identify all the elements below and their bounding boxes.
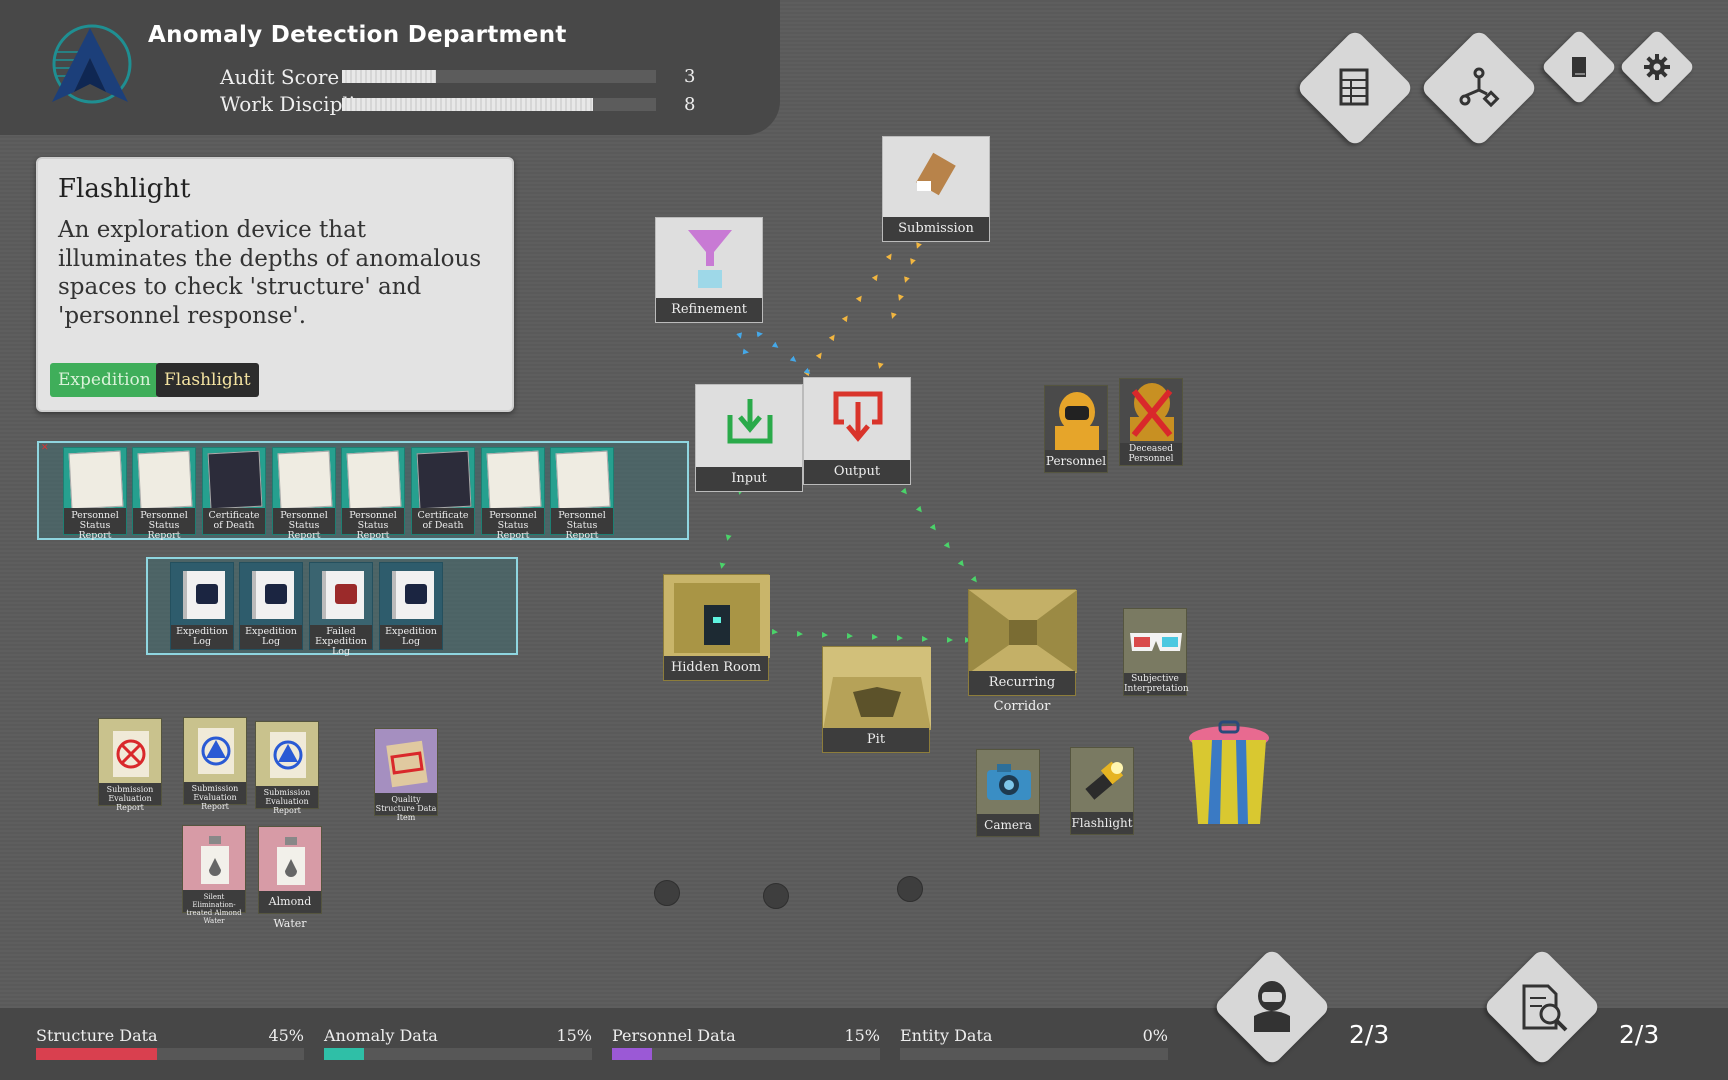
quality-structure-data-item-card[interactable]: Quality Structure Data Item (374, 728, 438, 822)
deceased-person-icon (1130, 383, 1174, 441)
input-label: Input (696, 467, 802, 491)
personnel-card[interactable]: Personnel (1044, 385, 1108, 473)
refinement-label: Refinement (656, 298, 762, 322)
data-bar-track (612, 1048, 880, 1060)
output-arrow-icon (833, 391, 883, 442)
data-bar-label: Anomaly Data (324, 1026, 438, 1045)
hazmat-person-icon (1055, 392, 1099, 450)
input-arrow-icon (727, 399, 773, 444)
flashlight-label: Flashlight (1071, 812, 1133, 834)
submission-evaluation-report-2[interactable]: Submission Evaluation Report (183, 717, 247, 811)
input-node[interactable]: Input (695, 384, 803, 492)
data-bar-track (36, 1048, 304, 1060)
3d-glasses-icon (1130, 633, 1182, 651)
water-bottle-icon (201, 836, 229, 884)
data-bar-track (324, 1048, 592, 1060)
submission-evaluation-report-1[interactable]: Submission Evaluation Report (98, 718, 162, 812)
recurring-corridor-node[interactable]: Recurring Corridor (968, 589, 1077, 714)
personnel-counter: 2/3 (1349, 1020, 1390, 1049)
investigation-counter: 2/3 (1619, 1020, 1660, 1049)
submission-node[interactable]: Submission (882, 136, 990, 242)
pit-label: Pit (823, 728, 929, 752)
hazmat-person-icon (1254, 981, 1290, 1032)
empty-slot[interactable] (897, 876, 923, 902)
submission-icon (916, 152, 956, 196)
output-node[interactable]: Output (803, 377, 911, 485)
almond-water-label: Almond Water (259, 891, 321, 930)
hidden-room-image (664, 575, 770, 658)
hidden-room-label: Hidden Room (664, 656, 768, 680)
deceased-personnel-label: Deceased Personnel (1120, 443, 1182, 465)
water-bottle-icon (277, 837, 305, 885)
eval-report-label-3: Submission Evaluation Report (256, 786, 318, 815)
empty-slot[interactable] (763, 883, 789, 909)
quality-structure-label: Quality Structure Data Item (375, 793, 437, 822)
camera-label: Camera (977, 814, 1039, 836)
funnel-icon (688, 230, 732, 288)
hidden-room-node[interactable]: Hidden Room (663, 574, 770, 681)
empty-slot[interactable] (654, 880, 680, 906)
output-label: Output (804, 460, 910, 484)
approved-stamp-icon (198, 728, 234, 774)
data-bar-track (900, 1048, 1168, 1060)
data-bar-label: Entity Data (900, 1026, 993, 1045)
data-bar-fill (612, 1048, 653, 1060)
eval-report-label-2: Submission Evaluation Report (184, 782, 246, 811)
refinement-node[interactable]: Refinement (655, 217, 763, 323)
camera-icon (987, 764, 1031, 800)
document-search-icon (1522, 984, 1568, 1032)
eval-report-label-1: Submission Evaluation Report (99, 783, 161, 812)
data-bar-percent: 15% (556, 1026, 592, 1045)
data-bar-label: Structure Data (36, 1026, 158, 1045)
submission-label: Submission (883, 217, 989, 241)
subjective-interpretation-card[interactable]: Subjective Interpretation (1123, 608, 1189, 696)
data-bar-fill (324, 1048, 365, 1060)
flashlight-icon (1085, 761, 1124, 800)
camera-card[interactable]: Camera (976, 749, 1040, 837)
flashlight-card[interactable]: Flashlight (1070, 747, 1134, 835)
personnel-label: Personnel (1045, 450, 1107, 472)
trash-can-icon[interactable] (1184, 720, 1274, 830)
data-bar-percent: 15% (844, 1026, 880, 1045)
data-bar-fill (36, 1048, 157, 1060)
rejected-stamp-icon (113, 731, 149, 777)
data-bar-label: Personnel Data (612, 1026, 736, 1045)
submission-evaluation-report-3[interactable]: Submission Evaluation Report (255, 721, 319, 815)
pit-image (823, 647, 931, 730)
approved-stamp-icon (270, 732, 306, 778)
data-bar-percent: 45% (268, 1026, 304, 1045)
pit-node[interactable]: Pit (822, 646, 931, 753)
almond-water-card[interactable]: Almond Water (258, 826, 322, 930)
deceased-personnel-card[interactable]: Deceased Personnel (1119, 378, 1183, 466)
corridor-image (969, 590, 1077, 673)
silent-water-label: Silent Elimination-treated Almond Water (183, 890, 245, 925)
silent-elimination-water-card[interactable]: Silent Elimination-treated Almond Water (182, 825, 246, 925)
subjective-interpretation-label: Subjective Interpretation (1124, 673, 1189, 695)
stamped-document-icon (386, 740, 428, 788)
recurring-corridor-label: Recurring Corridor (969, 671, 1075, 714)
data-bar-percent: 0% (1142, 1026, 1168, 1045)
